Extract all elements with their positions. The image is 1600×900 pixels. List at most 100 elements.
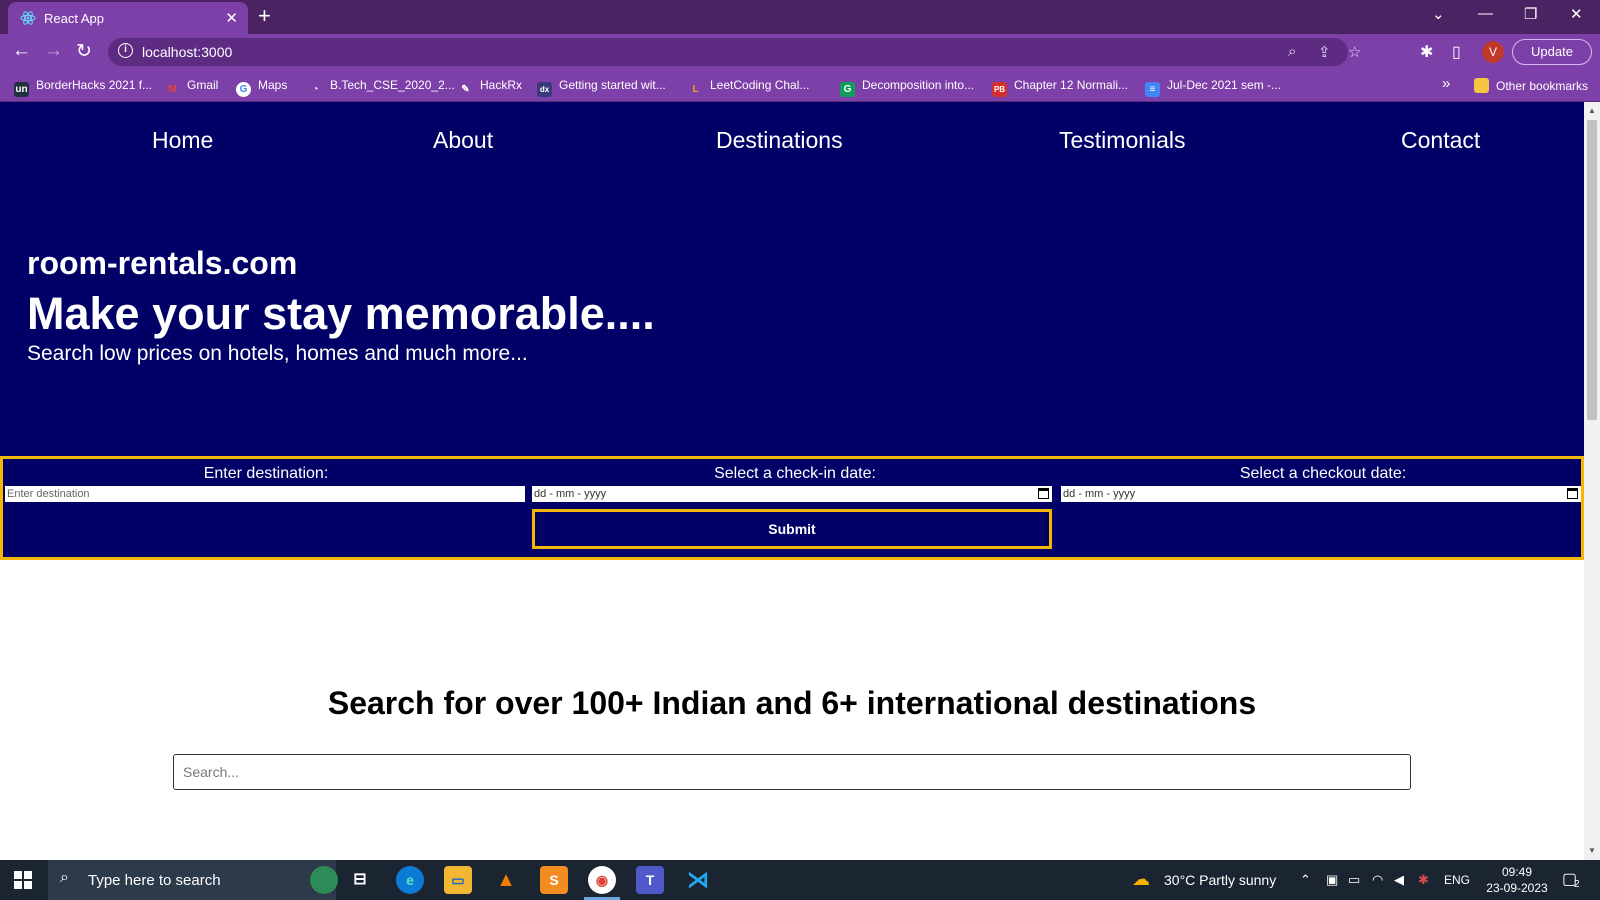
hero-tagline: Search low prices on hotels, homes and m… (27, 342, 528, 365)
nav-link-about[interactable]: About (433, 127, 493, 154)
file-explorer-icon[interactable]: ▭ (444, 866, 472, 894)
google-docs-icon: ≡ (1145, 82, 1160, 97)
search-highlight-icon (310, 866, 338, 894)
page-scrollbar[interactable]: ▲ ▼ (1584, 102, 1600, 860)
extensions-icon[interactable]: ✱ (1420, 42, 1433, 62)
bookmark-item[interactable]: ◔ B.Tech_CSE_2020_2... (308, 78, 454, 97)
bookmarks-bar: un BorderHacks 2021 f... M Gmail G Maps ◔ B.… (0, 70, 1600, 102)
react-icon (20, 11, 36, 25)
close-window-icon[interactable]: ✕ (1570, 5, 1583, 23)
bookmark-item[interactable]: dx Getting started wit... (537, 78, 666, 97)
wifi-icon[interactable]: ◠ (1372, 872, 1383, 888)
checkin-date-input[interactable]: dd - mm - yyyy (532, 486, 1052, 502)
clock-time: 09:49 (1501, 865, 1533, 879)
bookmark-item[interactable]: un BorderHacks 2021 f... (14, 78, 152, 97)
bookmark-item[interactable]: ≡ Jul-Dec 2021 sem -... (1145, 78, 1281, 97)
nav-link-contact[interactable]: Contact (1401, 127, 1480, 154)
scrollbar-thumb[interactable] (1587, 120, 1597, 420)
docs-icon: dx (537, 82, 552, 97)
update-button[interactable]: Update (1512, 39, 1592, 65)
profile-avatar[interactable]: V (1482, 41, 1504, 63)
site-info-icon[interactable]: i (118, 43, 133, 58)
bookmark-item[interactable]: G Decomposition into... (840, 78, 974, 97)
system-clock[interactable]: 09:49 23-09-2023 (1480, 864, 1554, 896)
google-icon: G (236, 82, 251, 97)
windows-taskbar: ⌕ Type here to search ⊟ e ▭ ▲ S ◉ T ⋊ ☁ … (0, 860, 1600, 900)
browser-toolbar: ← → ↻ i localhost:3000 ⌕ ⇪ ☆ ✱ ▯ V Updat… (0, 34, 1600, 70)
windows-start-icon[interactable] (14, 871, 32, 889)
bookmark-item[interactable]: G Maps (236, 78, 287, 97)
side-panel-icon[interactable]: ▯ (1452, 42, 1461, 62)
checkout-label: Select a checkout date: (1239, 465, 1407, 482)
globe-icon: ◔ (312, 84, 319, 95)
nav-link-testimonials[interactable]: Testimonials (1059, 127, 1186, 154)
page-viewport: Home About Destinations Testimonials Con… (0, 102, 1584, 860)
tab-title: React App (44, 11, 104, 26)
taskbar-search-box[interactable]: ⌕ Type here to search (48, 860, 338, 900)
device-icon[interactable]: ▣ (1326, 872, 1338, 888)
hackrx-icon: ✎ (461, 84, 470, 95)
teams-icon[interactable]: T (636, 866, 664, 894)
scroll-up-icon[interactable]: ▲ (1588, 106, 1596, 115)
checkin-label: Select a check-in date: (714, 465, 876, 482)
folder-icon (1474, 78, 1489, 93)
chrome-icon[interactable]: ◉ (588, 866, 616, 894)
bookmarks-overflow-icon[interactable]: » (1442, 75, 1450, 92)
browser-tab-strip: React App ✕ + ⌄ — ❐ ✕ (0, 0, 1600, 34)
url-text: localhost:3000 (142, 44, 233, 60)
volume-icon[interactable]: ◀ (1394, 872, 1404, 888)
leetcode-icon: L (692, 84, 699, 95)
zoom-icon[interactable]: ⌕ (1288, 43, 1296, 60)
battery-icon[interactable]: ▭ (1348, 872, 1360, 888)
weather-icon[interactable]: ☁ (1132, 869, 1150, 890)
checkout-date-placeholder: dd - mm - yyyy (1063, 488, 1136, 500)
bookmark-star-icon[interactable]: ☆ (1348, 43, 1361, 61)
share-icon[interactable]: ⇪ (1318, 43, 1331, 61)
site-brand: room-rentals.com (27, 245, 298, 281)
forward-icon[interactable]: → (44, 40, 63, 62)
hero-section: Home About Destinations Testimonials Con… (0, 102, 1584, 458)
minimize-icon[interactable]: — (1478, 5, 1493, 22)
language-indicator[interactable]: ENG (1444, 873, 1470, 887)
calendar-icon[interactable] (1567, 488, 1578, 499)
task-view-icon[interactable]: ⊟ (346, 866, 374, 894)
show-hidden-icons[interactable]: ⌃ (1300, 872, 1311, 888)
vscode-icon[interactable]: ⋊ (684, 866, 712, 894)
security-icon[interactable]: ✱ (1418, 872, 1429, 888)
checkin-date-placeholder: dd - mm - yyyy (534, 488, 607, 500)
destination-label: Enter destination: (203, 465, 329, 482)
hero-headline: Make your stay memorable.... (27, 288, 655, 339)
pb-icon: PB (992, 82, 1007, 97)
booking-form: Enter destination: Select a check-in dat… (0, 456, 1584, 560)
reload-icon[interactable]: ↻ (76, 40, 92, 63)
weather-text[interactable]: 30°C Partly sunny (1164, 872, 1276, 888)
checkout-date-input[interactable]: dd - mm - yyyy (1061, 486, 1581, 502)
taskbar-search-placeholder: Type here to search (88, 872, 221, 889)
restore-icon[interactable]: ❐ (1524, 5, 1537, 23)
other-bookmarks[interactable]: Other bookmarks (1474, 78, 1588, 93)
bookmark-item[interactable]: M Gmail (165, 78, 218, 97)
tab-search-chevron-icon[interactable]: ⌄ (1432, 5, 1445, 23)
tab-close-icon[interactable]: ✕ (225, 9, 238, 27)
new-tab-icon[interactable]: + (258, 3, 271, 29)
bookmark-item[interactable]: L LeetCoding Chal... (688, 78, 809, 97)
edge-icon[interactable]: e (396, 866, 424, 894)
gmail-icon: M (168, 84, 177, 95)
scroll-down-icon[interactable]: ▼ (1588, 846, 1596, 855)
vlc-icon[interactable]: ▲ (492, 866, 520, 894)
browser-tab[interactable]: React App ✕ (8, 2, 248, 34)
destination-input[interactable] (5, 486, 525, 502)
submit-button[interactable]: Submit (532, 509, 1052, 549)
destinations-heading: Search for over 100+ Indian and 6+ inter… (327, 685, 1257, 721)
destination-search-input[interactable] (173, 754, 1411, 790)
nav-link-home[interactable]: Home (152, 127, 213, 154)
bookmark-item[interactable]: PB Chapter 12 Normali... (992, 78, 1128, 97)
back-icon[interactable]: ← (12, 40, 31, 62)
bookmark-item[interactable]: ✎ HackRx (458, 78, 522, 97)
sublime-text-icon[interactable]: S (540, 866, 568, 894)
clock-date: 23-09-2023 (1486, 881, 1548, 895)
address-bar[interactable]: i localhost:3000 ⌕ ⇪ ☆ (108, 38, 1361, 66)
calendar-icon[interactable] (1038, 488, 1049, 499)
bookmark-favicon-icon: un (14, 82, 29, 97)
nav-link-destinations[interactable]: Destinations (716, 127, 843, 154)
